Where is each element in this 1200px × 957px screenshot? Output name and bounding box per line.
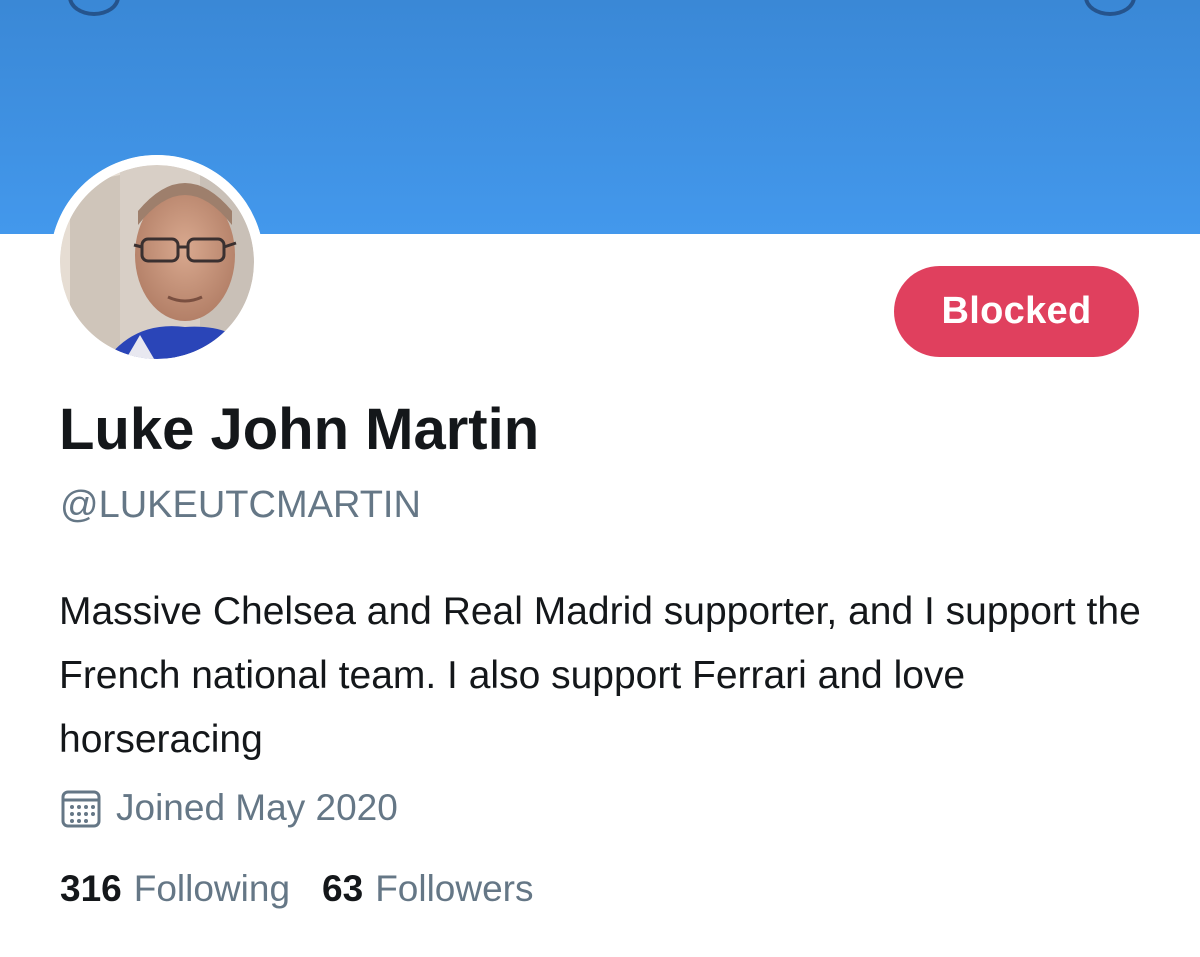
- calendar-icon: [60, 787, 102, 829]
- profile-page: Blocked Luke John Martin @LUKEUTCMARTIN …: [0, 0, 1200, 957]
- followers-count: 63: [322, 868, 364, 909]
- following-stat[interactable]: 316 Following: [60, 868, 290, 910]
- followers-stat[interactable]: 63 Followers: [322, 868, 533, 910]
- back-icon[interactable]: [68, 0, 120, 16]
- following-count: 316: [60, 868, 122, 909]
- joined-date-row: Joined May 2020: [60, 784, 398, 832]
- follow-stats: 316 Following 63 Followers: [60, 868, 534, 910]
- profile-bio: Massive Chelsea and Real Madrid supporte…: [59, 590, 1141, 761]
- more-icon[interactable]: [1084, 0, 1136, 16]
- followers-label: Followers: [375, 868, 534, 909]
- joined-date: Joined May 2020: [116, 787, 398, 828]
- avatar[interactable]: [50, 155, 264, 369]
- display-name: Luke John Martin: [59, 397, 540, 462]
- user-handle: @LUKEUTCMARTIN: [60, 484, 421, 526]
- blocked-button[interactable]: Blocked: [894, 266, 1139, 357]
- following-label: Following: [133, 868, 291, 909]
- avatar-photo: [50, 155, 264, 369]
